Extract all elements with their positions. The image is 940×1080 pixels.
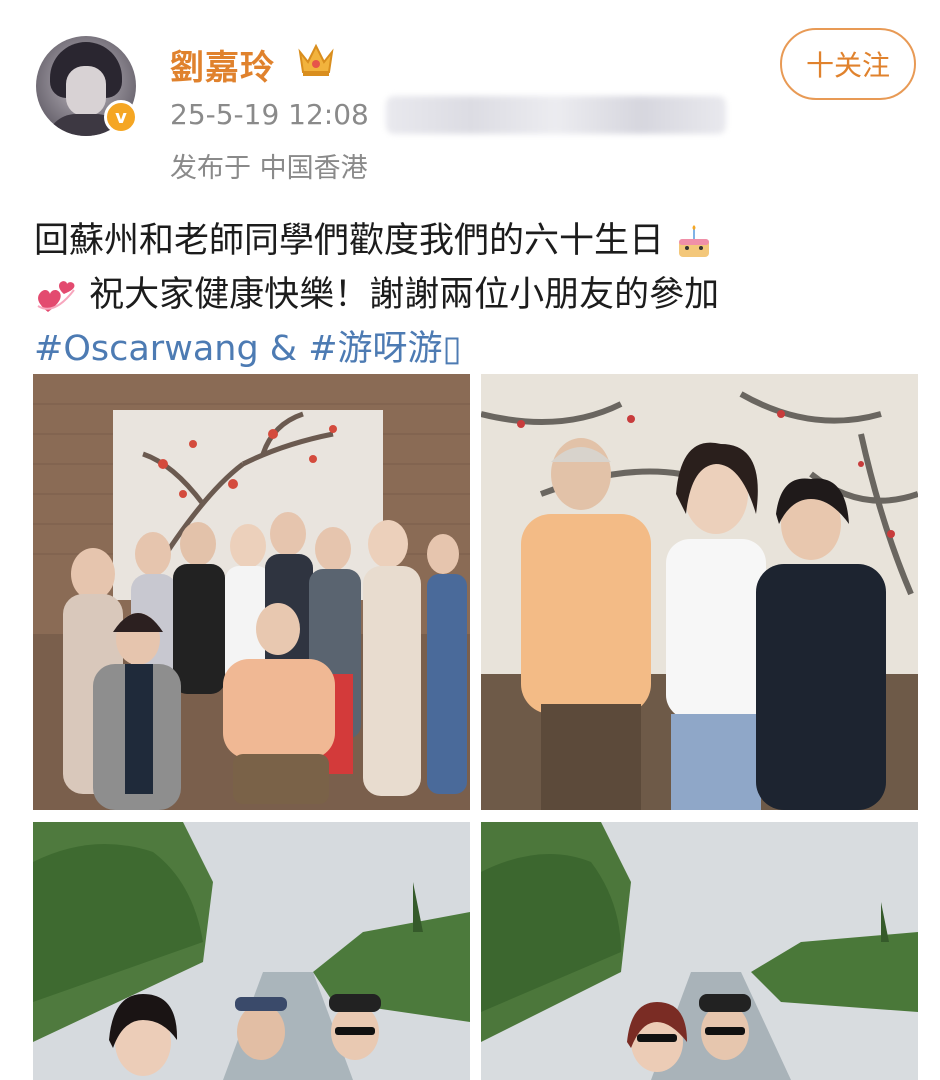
blurred-device-info bbox=[386, 96, 726, 134]
post-text-line-2: 祝大家健康快樂！謝謝兩位小朋友的參加 bbox=[34, 266, 719, 317]
photo-3[interactable] bbox=[33, 822, 470, 1080]
birthday-cake-emoji bbox=[679, 225, 710, 257]
username[interactable]: 劉嘉玲 bbox=[170, 40, 275, 89]
post-hashtags[interactable]: #Oscarwang & #游呀游▯ bbox=[34, 320, 462, 371]
post-text-line-1: 回蘇州和老師同學們歡度我們的六十生日 bbox=[34, 212, 713, 263]
photo-3-image bbox=[33, 822, 470, 1080]
post-text-2: 祝大家健康快樂！謝謝兩位小朋友的參加 bbox=[89, 275, 720, 315]
post-text-1: 回蘇州和老師同學們歡度我們的六十生日 bbox=[34, 221, 665, 261]
follow-button[interactable]: 十关注 bbox=[780, 28, 916, 100]
photo-1-image bbox=[33, 374, 470, 810]
photo-2-image bbox=[481, 374, 918, 810]
photo-2[interactable] bbox=[481, 374, 918, 810]
photo-4-image bbox=[481, 822, 918, 1080]
verified-badge-icon: v bbox=[104, 100, 138, 134]
photo-1[interactable] bbox=[33, 374, 470, 810]
post-timestamp: 25-5-19 12:08 bbox=[170, 98, 369, 131]
revolving-hearts-emoji bbox=[37, 281, 75, 312]
photo-4[interactable] bbox=[481, 822, 918, 1080]
post-location: 发布于 中国香港 bbox=[170, 153, 368, 184]
crown-icon bbox=[298, 43, 334, 76]
avatar[interactable]: v bbox=[36, 36, 138, 138]
